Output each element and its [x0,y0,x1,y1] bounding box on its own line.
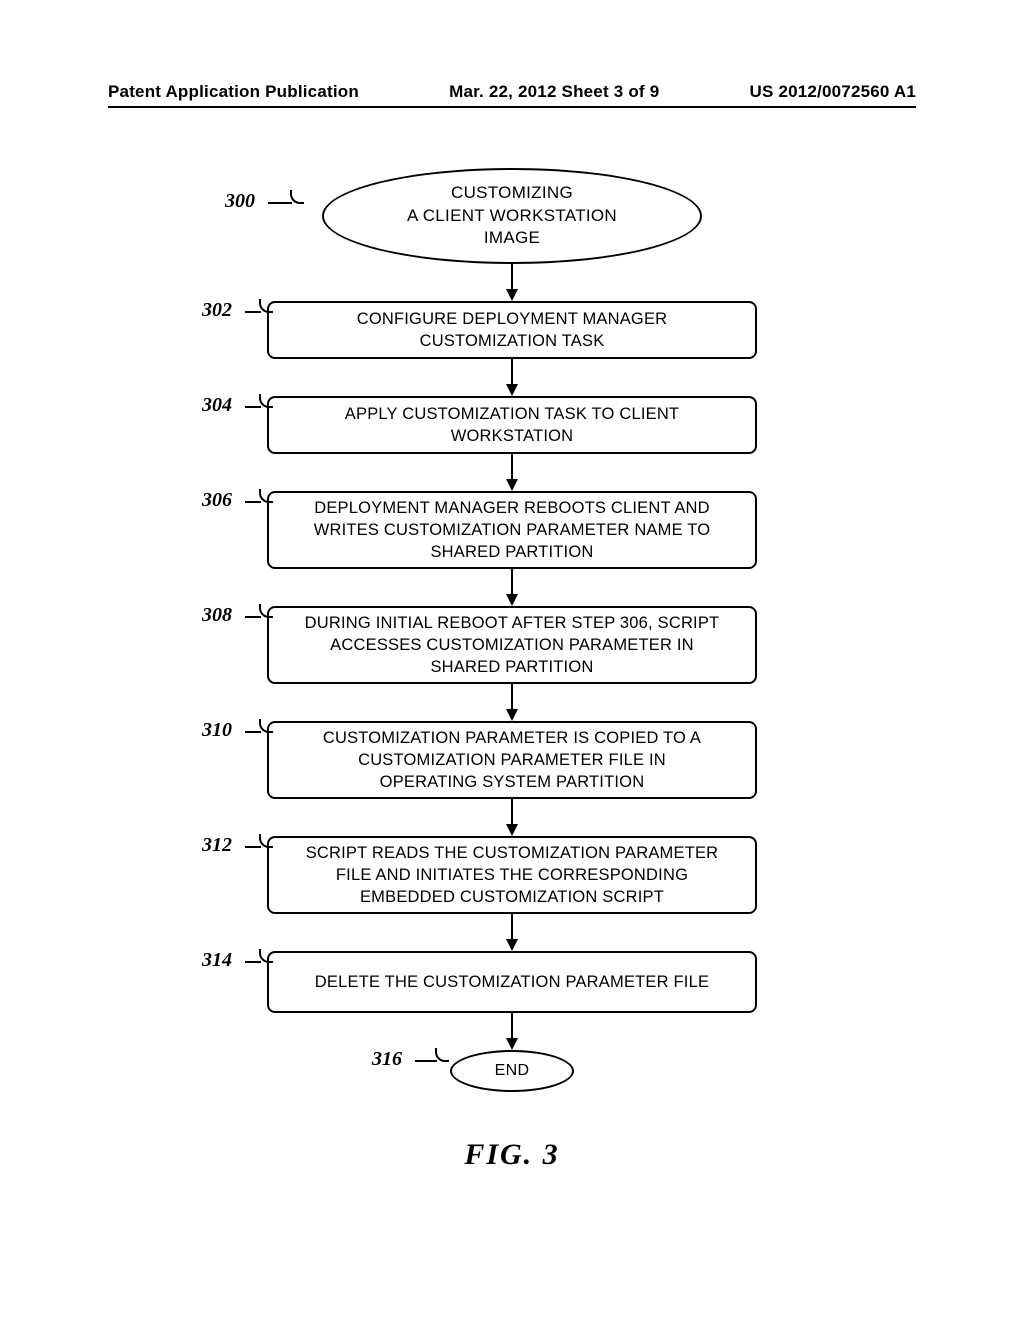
ref-label-308: 308 [202,604,232,627]
ref-connector [245,311,261,313]
arrow-line [511,264,513,290]
ref-label-306: 306 [202,489,232,512]
process-box: SCRIPT READS THE CUSTOMIZATION PARAMETER… [267,836,757,914]
arrow-line [511,684,513,710]
ref-hook [259,719,273,733]
arrow-head-icon [506,709,518,721]
ref-label-316: 316 [372,1048,402,1071]
ref-connector [268,202,292,204]
ref-hook [290,190,304,204]
process-box: DEPLOYMENT MANAGER REBOOTS CLIENT AND WR… [267,491,757,569]
start-node-text: CUSTOMIZING A CLIENT WORKSTATION IMAGE [407,182,617,251]
arrow-head-icon [506,594,518,606]
ref-label-312: 312 [202,834,232,857]
arrow [506,799,518,836]
flow-node-300: 300 CUSTOMIZING A CLIENT WORKSTATION IMA… [0,168,1024,264]
flow-node-314: 314 DELETE THE CUSTOMIZATION PARAMETER F… [0,951,1024,1013]
arrow-head-icon [506,289,518,301]
arrow [506,264,518,301]
ref-connector [245,961,261,963]
ref-connector [245,731,261,733]
arrow-line [511,799,513,825]
arrow-head-icon [506,384,518,396]
header-left: Patent Application Publication [108,82,359,102]
flowchart: 300 CUSTOMIZING A CLIENT WORKSTATION IMA… [0,168,1024,1092]
ref-hook [259,604,273,618]
ref-connector [245,846,261,848]
process-box: CUSTOMIZATION PARAMETER IS COPIED TO A C… [267,721,757,799]
process-text: SCRIPT READS THE CUSTOMIZATION PARAMETER… [306,842,719,909]
page: Patent Application Publication Mar. 22, … [0,0,1024,1320]
flow-node-308: 308 DURING INITIAL REBOOT AFTER STEP 306… [0,606,1024,684]
ref-label-310: 310 [202,719,232,742]
arrow-line [511,914,513,940]
ref-connector [245,616,261,618]
ref-hook [259,949,273,963]
ref-label-300: 300 [225,190,255,213]
ref-label-302: 302 [202,299,232,322]
arrow-head-icon [506,1038,518,1050]
page-header: Patent Application Publication Mar. 22, … [108,82,916,102]
process-text: APPLY CUSTOMIZATION TASK TO CLIENT WORKS… [345,403,679,448]
flow-node-316: 316 END [0,1050,1024,1092]
flow-node-304: 304 APPLY CUSTOMIZATION TASK TO CLIENT W… [0,396,1024,454]
process-box: APPLY CUSTOMIZATION TASK TO CLIENT WORKS… [267,396,757,454]
process-text: DURING INITIAL REBOOT AFTER STEP 306, SC… [305,612,720,679]
figure-label: FIG. 3 [0,1138,1024,1172]
arrow-head-icon [506,479,518,491]
arrow [506,454,518,491]
arrow-line [511,569,513,595]
header-rule [108,106,916,108]
ref-connector [245,501,261,503]
flow-node-302: 302 CONFIGURE DEPLOYMENT MANAGER CUSTOMI… [0,301,1024,359]
process-text: CONFIGURE DEPLOYMENT MANAGER CUSTOMIZATI… [357,308,668,353]
arrow-line [511,359,513,385]
ref-label-314: 314 [202,949,232,972]
process-box: DURING INITIAL REBOOT AFTER STEP 306, SC… [267,606,757,684]
process-text: CUSTOMIZATION PARAMETER IS COPIED TO A C… [323,727,701,794]
process-text: DEPLOYMENT MANAGER REBOOTS CLIENT AND WR… [314,497,711,564]
flow-node-310: 310 CUSTOMIZATION PARAMETER IS COPIED TO… [0,721,1024,799]
arrow-line [511,1013,513,1039]
arrow-head-icon [506,824,518,836]
arrow [506,1013,518,1050]
ref-connector [415,1060,437,1062]
header-right: US 2012/0072560 A1 [750,82,917,102]
ref-hook [259,834,273,848]
ref-hook [259,394,273,408]
ref-connector [245,406,261,408]
flow-node-306: 306 DEPLOYMENT MANAGER REBOOTS CLIENT AN… [0,491,1024,569]
arrow-head-icon [506,939,518,951]
ref-hook [435,1048,449,1062]
end-node-text: END [495,1060,530,1082]
process-text: DELETE THE CUSTOMIZATION PARAMETER FILE [315,971,709,993]
flow-node-312: 312 SCRIPT READS THE CUSTOMIZATION PARAM… [0,836,1024,914]
process-box: DELETE THE CUSTOMIZATION PARAMETER FILE [267,951,757,1013]
ref-hook [259,299,273,313]
end-node: END [450,1050,574,1092]
header-center: Mar. 22, 2012 Sheet 3 of 9 [449,82,659,102]
arrow-line [511,454,513,480]
arrow [506,914,518,951]
process-box: CONFIGURE DEPLOYMENT MANAGER CUSTOMIZATI… [267,301,757,359]
arrow [506,359,518,396]
ref-label-304: 304 [202,394,232,417]
ref-hook [259,489,273,503]
start-node: CUSTOMIZING A CLIENT WORKSTATION IMAGE [322,168,702,264]
arrow [506,569,518,606]
arrow [506,684,518,721]
